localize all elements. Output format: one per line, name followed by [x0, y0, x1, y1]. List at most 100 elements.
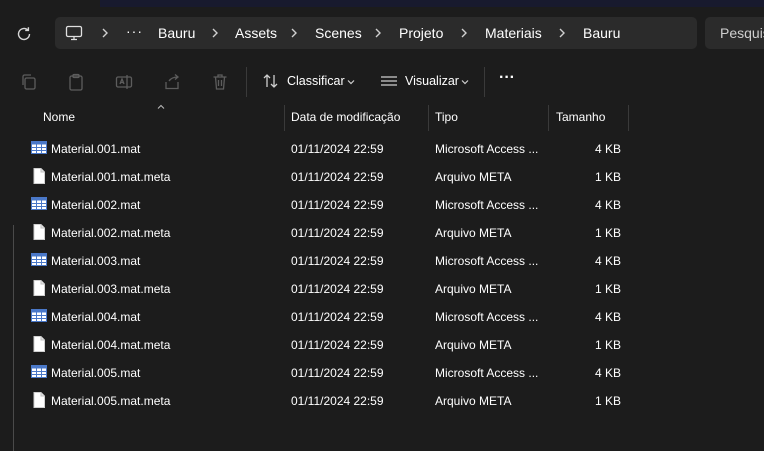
table-row[interactable]: Material.003.mat 01/11/2024 22:59 Micros…: [0, 246, 764, 274]
column-headers: Nome Data de modificação Tipo Tamanho: [0, 104, 764, 131]
table-row[interactable]: Material.005.mat.meta 01/11/2024 22:59 A…: [0, 386, 764, 414]
file-name: Material.002.mat: [51, 198, 141, 212]
blank-file-icon: [31, 392, 47, 408]
file-date: 01/11/2024 22:59: [291, 310, 384, 324]
this-pc-icon[interactable]: [65, 24, 83, 42]
blank-file-icon: [31, 224, 47, 240]
file-name: Material.005.mat: [51, 366, 141, 380]
table-file-icon: [31, 196, 47, 212]
search-placeholder: Pesquisar: [720, 25, 764, 41]
file-size: 1 KB: [594, 226, 621, 240]
table-file-icon: [31, 252, 47, 268]
breadcrumb-item[interactable]: Scenes: [315, 25, 362, 41]
column-header-size[interactable]: Tamanho: [556, 110, 605, 124]
column-divider[interactable]: [628, 105, 629, 131]
table-row[interactable]: Material.001.mat.meta 01/11/2024 22:59 A…: [0, 162, 764, 190]
file-size: 4 KB: [594, 198, 621, 212]
file-type: Microsoft Access ...: [435, 254, 539, 268]
table-file-icon: [31, 364, 47, 380]
view-label: Visualizar: [405, 74, 459, 88]
table-row[interactable]: Material.002.mat 01/11/2024 22:59 Micros…: [0, 190, 764, 218]
file-size: 1 KB: [594, 282, 621, 296]
navigation-bar: ··· Bauru Assets Scenes Projeto Materiai…: [0, 7, 764, 59]
file-date: 01/11/2024 22:59: [291, 254, 384, 268]
file-date: 01/11/2024 22:59: [291, 142, 384, 156]
column-divider[interactable]: [548, 105, 549, 131]
file-type: Arquivo META: [435, 282, 512, 296]
table-file-icon: [31, 140, 47, 156]
sort-label: Classificar: [287, 74, 345, 88]
file-date: 01/11/2024 22:59: [291, 282, 384, 296]
file-size: 4 KB: [594, 142, 621, 156]
more-options-button[interactable]: ···: [499, 69, 519, 91]
rename-icon[interactable]: [114, 72, 134, 92]
command-bar: Classificar Visualizar ···: [0, 59, 764, 105]
file-size: 1 KB: [594, 338, 621, 352]
paste-icon[interactable]: [66, 72, 86, 92]
view-list-icon: [381, 76, 397, 86]
chevron-right-icon: [559, 28, 565, 38]
chevron-down-icon: [461, 80, 469, 85]
file-size: 4 KB: [594, 254, 621, 268]
window-top-strip: [100, 0, 764, 7]
breadcrumb-overflow[interactable]: ···: [126, 23, 143, 39]
column-header-type[interactable]: Tipo: [435, 110, 458, 124]
column-header-name[interactable]: Nome: [43, 110, 75, 124]
file-name: Material.003.mat: [51, 254, 141, 268]
column-divider[interactable]: [428, 105, 429, 131]
file-type: Arquivo META: [435, 226, 512, 240]
file-date: 01/11/2024 22:59: [291, 338, 384, 352]
file-type: Microsoft Access ...: [435, 366, 539, 380]
breadcrumb-item[interactable]: Bauru: [158, 25, 195, 41]
share-icon[interactable]: [162, 72, 182, 92]
table-file-icon: [31, 308, 47, 324]
column-header-date[interactable]: Data de modificação: [291, 110, 400, 124]
delete-icon[interactable]: [210, 72, 230, 92]
file-type: Arquivo META: [435, 170, 512, 184]
table-row[interactable]: Material.003.mat.meta 01/11/2024 22:59 A…: [0, 274, 764, 302]
file-name: Material.005.mat.meta: [51, 394, 171, 408]
column-divider[interactable]: [284, 105, 285, 131]
file-size: 1 KB: [594, 394, 621, 408]
breadcrumb-item[interactable]: Assets: [235, 25, 277, 41]
search-box[interactable]: Pesquisar: [705, 17, 764, 49]
refresh-icon[interactable]: [14, 24, 34, 44]
sort-button[interactable]: Classificar: [262, 71, 355, 93]
table-row[interactable]: Material.002.mat.meta 01/11/2024 22:59 A…: [0, 218, 764, 246]
toolbar-divider: [246, 67, 247, 97]
file-name: Material.004.mat: [51, 310, 141, 324]
file-type: Arquivo META: [435, 394, 512, 408]
file-type: Microsoft Access ...: [435, 310, 539, 324]
file-date: 01/11/2024 22:59: [291, 366, 384, 380]
chevron-right-icon: [291, 28, 297, 38]
breadcrumb-item[interactable]: Materiais: [485, 25, 542, 41]
sort-ascending-icon: [157, 104, 165, 109]
table-row[interactable]: Material.005.mat 01/11/2024 22:59 Micros…: [0, 358, 764, 386]
chevron-right-icon: [212, 28, 218, 38]
chevron-right-icon: [375, 28, 381, 38]
table-row[interactable]: Material.004.mat.meta 01/11/2024 22:59 A…: [0, 330, 764, 358]
chevron-right-icon: [461, 28, 467, 38]
blank-file-icon: [31, 336, 47, 352]
file-type: Microsoft Access ...: [435, 198, 539, 212]
file-date: 01/11/2024 22:59: [291, 170, 384, 184]
file-size: 4 KB: [594, 310, 621, 324]
chevron-down-icon: [347, 80, 355, 85]
toolbar-divider: [484, 67, 485, 97]
address-bar[interactable]: ··· Bauru Assets Scenes Projeto Materiai…: [55, 17, 697, 49]
breadcrumb-item[interactable]: Projeto: [399, 25, 443, 41]
file-name: Material.001.mat.meta: [51, 170, 171, 184]
copy-icon[interactable]: [19, 72, 39, 92]
table-row[interactable]: Material.001.mat 01/11/2024 22:59 Micros…: [0, 134, 764, 162]
breadcrumb-current[interactable]: Bauru: [583, 25, 620, 41]
table-row[interactable]: Material.004.mat 01/11/2024 22:59 Micros…: [0, 302, 764, 330]
file-name: Material.004.mat.meta: [51, 338, 171, 352]
file-type: Arquivo META: [435, 338, 512, 352]
view-button[interactable]: Visualizar: [380, 71, 470, 93]
file-name: Material.001.mat: [51, 142, 141, 156]
chevron-right-icon: [102, 28, 108, 38]
file-date: 01/11/2024 22:59: [291, 394, 384, 408]
file-type: Microsoft Access ...: [435, 142, 539, 156]
file-size: 1 KB: [594, 170, 621, 184]
file-name: Material.003.mat.meta: [51, 282, 171, 296]
